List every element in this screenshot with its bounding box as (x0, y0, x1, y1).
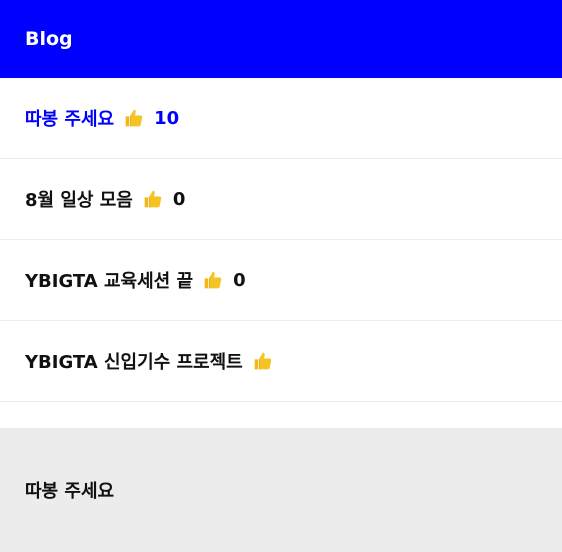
post-title: YBIGTA 교육세션 끝 (25, 271, 194, 292)
thumbs-up-icon[interactable] (203, 270, 223, 290)
like-count: 0 (172, 188, 186, 210)
post-title: 따봉 주세요 (25, 109, 115, 130)
post-detail: 따봉 주세요 (0, 428, 562, 552)
post-item[interactable]: YBIGTA 교육세션 끝 0 (0, 240, 562, 321)
thumbs-up-icon[interactable] (143, 189, 163, 209)
post-item[interactable]: YBIGTA 신입기수 프로젝트 (0, 321, 562, 402)
post-item[interactable]: 따봉 주세요 10 (0, 78, 562, 159)
detail-title: 따봉 주세요 (25, 481, 115, 502)
thumbs-up-icon[interactable] (253, 351, 273, 371)
app-header: Blog (0, 0, 562, 78)
app-title: Blog (25, 28, 73, 50)
like-count: 10 (154, 107, 180, 129)
post-title: 8월 일상 모음 (25, 190, 133, 211)
post-list: 따봉 주세요 10 8월 일상 모음 0 YBIGTA 교육세션 끝 0 YBI… (0, 78, 562, 428)
thumbs-up-icon[interactable] (124, 108, 144, 128)
post-title: YBIGTA 신입기수 프로젝트 (25, 352, 243, 373)
like-count: 0 (233, 269, 246, 291)
post-item[interactable]: 8월 일상 모음 0 (0, 159, 562, 240)
